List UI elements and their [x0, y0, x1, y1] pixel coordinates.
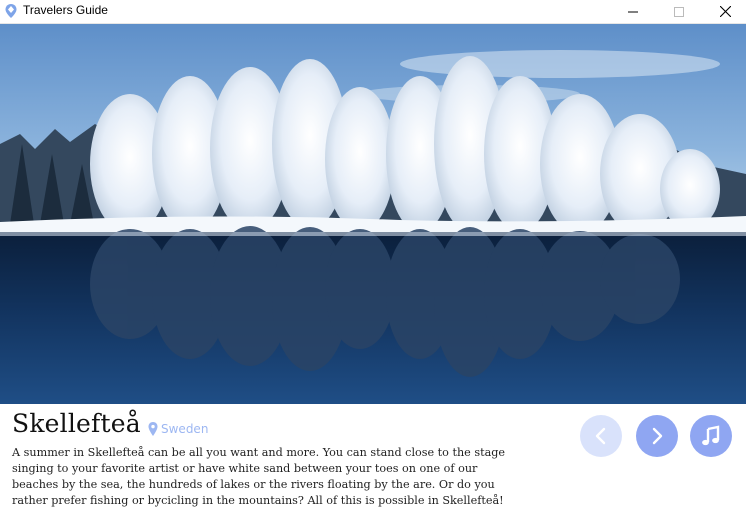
next-button[interactable] [636, 415, 678, 457]
minimize-button[interactable] [610, 0, 656, 23]
maximize-button[interactable] [656, 0, 702, 23]
chevron-left-icon [595, 427, 606, 445]
window-title: Travelers Guide [23, 3, 108, 17]
music-button[interactable] [690, 415, 732, 457]
close-icon [719, 6, 731, 17]
chevron-right-icon [652, 427, 663, 445]
maximize-icon [674, 6, 684, 17]
close-button[interactable] [702, 0, 746, 23]
place-description: A summer in Skellefteå can be all you wa… [12, 446, 506, 507]
minimize-icon [628, 11, 638, 12]
title-bar: Travelers Guide [0, 0, 746, 24]
location-label: Sweden [148, 422, 208, 436]
place-title: Skellefteå [12, 409, 141, 438]
map-pin-icon [5, 4, 17, 18]
previous-button[interactable] [580, 415, 622, 457]
music-note-icon [702, 425, 720, 446]
country-label: Sweden [161, 422, 209, 436]
location-pin-icon [148, 422, 158, 436]
hero-image [0, 24, 746, 404]
